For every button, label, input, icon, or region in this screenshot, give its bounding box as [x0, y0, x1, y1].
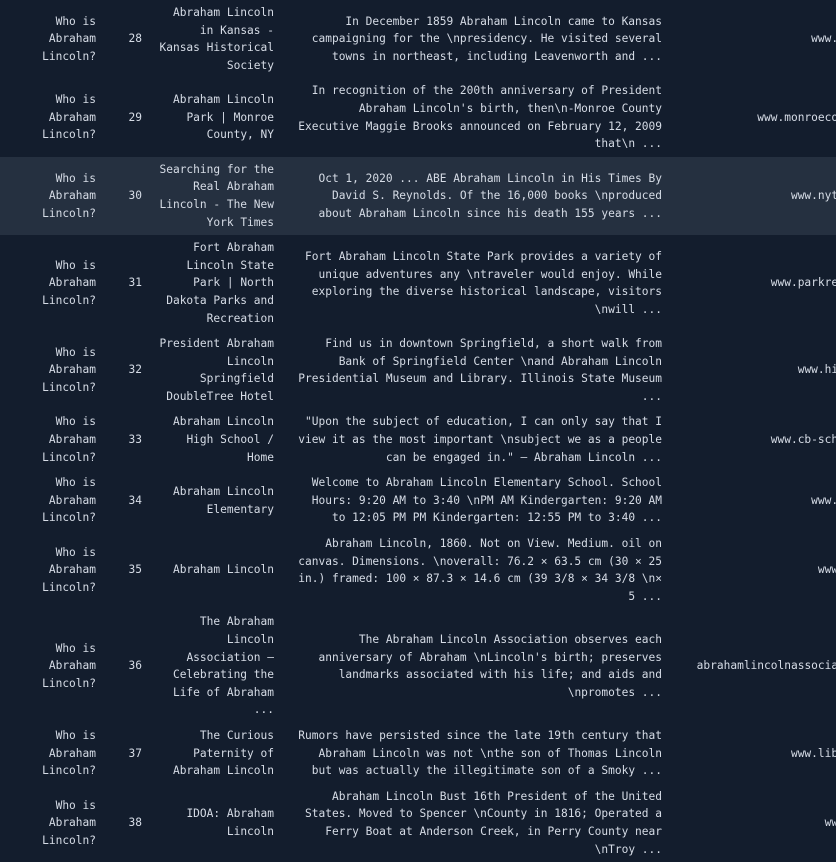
cell-query: Who is Abraham Lincoln? [42, 93, 103, 142]
cell-url: www.kshs.org [811, 32, 836, 46]
cell-index: 31 [128, 276, 142, 290]
cell-index: 28 [128, 32, 142, 46]
cell-snippet: Fort Abraham Lincoln State Park provides… [305, 249, 669, 316]
cell-query: Who is Abraham Lincoln? [42, 476, 103, 525]
table-row[interactable]: Who is Abraham Lincoln? 35 Abraham Lincoln… [0, 531, 836, 610]
cell-title: Searching for the Real Abraham Lincoln -… [159, 162, 281, 229]
cell-index: 37 [128, 746, 142, 760]
cell-url: www.lib.utk.edu [790, 746, 836, 760]
cell-url: www.nytimes.com [790, 189, 836, 203]
cell-title: President Abraham Lincoln Springfield Do… [159, 337, 281, 403]
cell-index: 36 [128, 659, 142, 673]
cell-snippet: In recognition of the 200th anniversary … [298, 84, 669, 151]
cell-query: Who is Abraham Lincoln? [42, 641, 103, 690]
cell-index: 30 [128, 189, 142, 203]
results-table-body: Who is Abraham Lincoln? 28 Abraham Lincoln… [0, 0, 836, 862]
cell-snippet: In December 1859 Abraham Lincoln came to… [311, 14, 669, 63]
cell-snippet: Rumors have persisted since the late 19t… [298, 728, 669, 778]
table-row[interactable]: Who is Abraham Lincoln? 33 Abraham Lincoln… [0, 409, 836, 471]
table-row[interactable]: Who is Abraham Lincoln? 29 Abraham Lincoln… [0, 78, 836, 157]
cell-index: 38 [128, 816, 142, 830]
cell-title: Abraham Lincoln Elementary [172, 485, 281, 516]
cell-query: Who is Abraham Lincoln? [42, 798, 103, 847]
cell-title: Fort Abraham Lincoln State Park | North … [166, 241, 281, 325]
cell-query: Who is Abraham Lincoln? [42, 545, 103, 595]
table-row[interactable]: Who is Abraham Lincoln? 30 Searching for t… [0, 156, 836, 236]
cell-index: 29 [128, 110, 142, 124]
cell-url: www.in.gov [824, 816, 836, 830]
cell-url: www.nga.gov [817, 563, 836, 577]
table-row[interactable]: Who is Abraham Lincoln? 32 President Abrah… [0, 331, 836, 410]
search-results-table: Who is Abraham Lincoln? 28 Abraham Lincoln… [0, 0, 836, 862]
table-row[interactable]: Who is Abraham Lincoln? 37 The Curious Pat… [0, 722, 836, 784]
table-row[interactable]: Who is Abraham Lincoln? 34 Abraham Lincoln… [0, 470, 836, 532]
cell-snippet: Abraham Lincoln Bust 16th President of t… [305, 789, 669, 856]
cell-url: www.hilton.com [797, 363, 836, 377]
cell-url: www.parkrec.nd.gov [770, 276, 836, 290]
cell-query: Who is Abraham Lincoln? [42, 14, 103, 63]
table-row[interactable]: Who is Abraham Lincoln? 36 The Abraham Lin… [0, 609, 836, 723]
cell-query: Who is Abraham Lincoln? [42, 345, 103, 395]
table-row[interactable]: Who is Abraham Lincoln? 28 Abraham Lincoln… [0, 0, 836, 79]
cell-index: 33 [128, 433, 142, 447]
cell-url: www.cb-schools.org [770, 433, 836, 447]
cell-title: Abraham Lincoln Park | Monroe County, NY [172, 93, 281, 142]
cell-snippet: "Upon the subject of education, I can on… [298, 415, 669, 464]
cell-snippet: Abraham Lincoln, 1860. Not on View. Medi… [298, 537, 669, 603]
table-row[interactable]: Who is Abraham Lincoln? 31 Fort Abraham Li… [0, 235, 836, 332]
cell-snippet: Welcome to Abraham Lincoln Elementary Sc… [311, 476, 669, 525]
cell-title: Abraham Lincoln [172, 563, 274, 577]
cell-url: www.monroecounty.gov [757, 110, 836, 124]
cell-query: Who is Abraham Lincoln? [42, 728, 103, 778]
cell-snippet: Find us in downtown Springfield, a short… [298, 337, 669, 403]
cell-title: Abraham Lincoln High School / Home [172, 415, 281, 464]
cell-url: www.bpsd.org [811, 493, 836, 507]
cell-title: IDOA: Abraham Lincoln [186, 807, 281, 838]
cell-snippet: Oct 1, 2020 ... ABE Abraham Lincoln in H… [318, 171, 669, 220]
cell-title: Abraham Lincoln in Kansas - Kansas Histo… [159, 6, 281, 72]
cell-snippet: The Abraham Lincoln Association observes… [318, 633, 669, 699]
cell-index: 34 [128, 493, 142, 507]
cell-query: Who is Abraham Lincoln? [42, 258, 103, 307]
cell-title: The Curious Paternity of Abraham Lincoln [172, 728, 281, 778]
cell-url: abrahamlincolnassociation.org [696, 659, 836, 673]
table-row[interactable]: Who is Abraham Lincoln? 38 IDOA: Abraham L… [0, 783, 836, 862]
cell-index: 35 [128, 563, 142, 577]
cell-index: 32 [128, 363, 142, 377]
cell-query: Who is Abraham Lincoln? [42, 171, 103, 220]
cell-query: Who is Abraham Lincoln? [42, 415, 103, 464]
cell-title: The Abraham Lincoln Association – Celebr… [172, 615, 281, 717]
